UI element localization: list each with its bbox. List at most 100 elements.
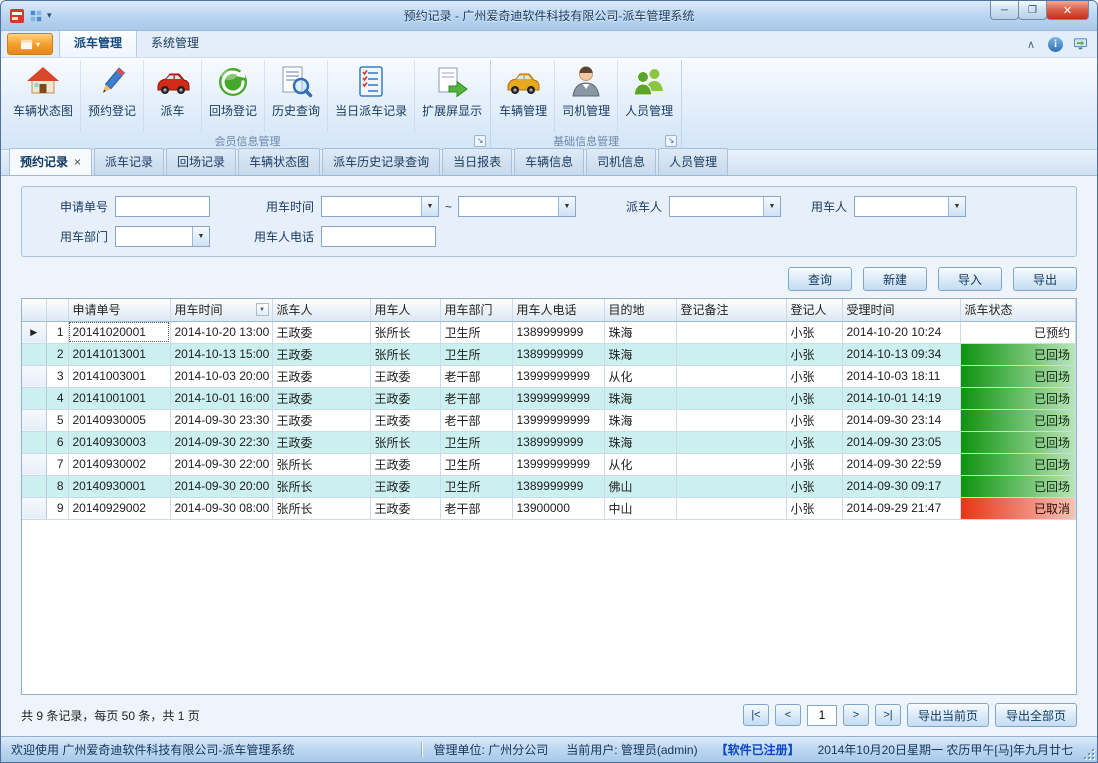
doc-tab-dispatch-records[interactable]: 派车记录 [94, 148, 164, 175]
column-header-dispatcher[interactable]: 派车人 [272, 299, 370, 321]
cell-accept-time[interactable]: 2014-09-30 22:59 [842, 453, 960, 475]
doc-tab-reserve-records[interactable]: 预约记录× [9, 148, 92, 175]
use-time-to-combo[interactable]: ▼ [458, 196, 576, 217]
cell-use-time[interactable]: 2014-10-20 13:00 [170, 321, 272, 343]
cell-user[interactable]: 张所长 [370, 343, 440, 365]
cell-status[interactable]: 已回场 [960, 409, 1076, 431]
cell-user[interactable]: 王政委 [370, 453, 440, 475]
cell-dispatcher[interactable]: 张所长 [272, 497, 370, 519]
dept-input[interactable] [116, 227, 192, 246]
doc-tab-dispatch-history-query[interactable]: 派车历史记录查询 [322, 148, 440, 175]
cell-user[interactable]: 王政委 [370, 365, 440, 387]
column-header-indicator[interactable] [22, 299, 46, 321]
cell-dispatcher[interactable]: 王政委 [272, 409, 370, 431]
ribbon-button-vehicle-status-map[interactable]: 车辆状态图 [6, 60, 81, 132]
last-page-button[interactable]: >| [875, 704, 901, 726]
ribbon-collapse-icon[interactable]: ∧ [1022, 36, 1040, 52]
ribbon-button-history-query[interactable]: 历史查询 [265, 60, 328, 132]
cell-dept[interactable]: 卫生所 [440, 475, 512, 497]
chevron-down-icon[interactable]: ▼ [192, 227, 209, 246]
cell-dispatcher[interactable]: 王政委 [272, 365, 370, 387]
cell-registrar[interactable]: 小张 [786, 321, 842, 343]
cell-registrar[interactable]: 小张 [786, 365, 842, 387]
cell-dispatcher[interactable]: 王政委 [272, 343, 370, 365]
dialog-launcher-icon[interactable]: ↘ [474, 135, 486, 147]
cell-phone[interactable]: 13999999999 [512, 453, 604, 475]
first-page-button[interactable]: |< [743, 704, 769, 726]
column-header-destination[interactable]: 目的地 [604, 299, 676, 321]
column-header-num[interactable] [46, 299, 68, 321]
cell-note[interactable] [676, 365, 786, 387]
cell-note[interactable] [676, 387, 786, 409]
column-header-phone[interactable]: 用车人电话 [512, 299, 604, 321]
cell-dept[interactable]: 卫生所 [440, 453, 512, 475]
cell-user[interactable]: 王政委 [370, 475, 440, 497]
cell-destination[interactable]: 珠海 [604, 387, 676, 409]
cell-order-no[interactable]: 20141020001 [68, 321, 170, 343]
grid-row[interactable]: 6201409300032014-09-30 22:30王政委张所长卫生所138… [22, 431, 1076, 453]
import-button[interactable]: 导入 [938, 267, 1002, 291]
ribbon-tab-system[interactable]: 系统管理 [137, 29, 213, 57]
cell-user[interactable]: 张所长 [370, 321, 440, 343]
cell-order-no[interactable]: 20141001001 [68, 387, 170, 409]
grid-row[interactable]: 9201409290022014-09-30 08:00张所长王政委老干部139… [22, 497, 1076, 519]
ribbon-button-extended-screen[interactable]: 扩展屏显示 [415, 60, 489, 132]
cell-status[interactable]: 已回场 [960, 475, 1076, 497]
cell-dept[interactable]: 老干部 [440, 365, 512, 387]
cell-note[interactable] [676, 321, 786, 343]
cell-order-no[interactable]: 20140929002 [68, 497, 170, 519]
cell-phone[interactable]: 13900000 [512, 497, 604, 519]
cell-phone[interactable]: 13999999999 [512, 365, 604, 387]
cell-destination[interactable]: 珠海 [604, 431, 676, 453]
export-current-page-button[interactable]: 导出当前页 [907, 703, 989, 727]
cell-accept-time[interactable]: 2014-10-03 18:11 [842, 365, 960, 387]
cell-status[interactable]: 已取消 [960, 497, 1076, 519]
cell-destination[interactable]: 从化 [604, 453, 676, 475]
grid-row[interactable]: ▶1201410200012014-10-20 13:00王政委张所长卫生所13… [22, 321, 1076, 343]
cell-order-no[interactable]: 20140930002 [68, 453, 170, 475]
doc-tab-driver-info[interactable]: 司机信息 [586, 148, 656, 175]
tab-close-icon[interactable]: × [74, 155, 81, 169]
prev-page-button[interactable]: < [775, 704, 801, 726]
grid-row[interactable]: 2201410130012014-10-13 15:00王政委张所长卫生所138… [22, 343, 1076, 365]
user-combo[interactable]: ▼ [854, 196, 966, 217]
cell-dept[interactable]: 卫生所 [440, 431, 512, 453]
qat-customize-icon[interactable] [29, 9, 43, 23]
cell-order-no[interactable]: 20140930003 [68, 431, 170, 453]
cell-dispatcher[interactable]: 张所长 [272, 453, 370, 475]
cell-use-time[interactable]: 2014-10-13 15:00 [170, 343, 272, 365]
cell-destination[interactable]: 珠海 [604, 321, 676, 343]
new-button[interactable]: 新建 [863, 267, 927, 291]
cell-order-no[interactable]: 20140930005 [68, 409, 170, 431]
cell-use-time[interactable]: 2014-10-01 16:00 [170, 387, 272, 409]
cell-registrar[interactable]: 小张 [786, 453, 842, 475]
cell-registrar[interactable]: 小张 [786, 343, 842, 365]
chevron-down-icon[interactable]: ▼ [558, 197, 575, 216]
resize-grip[interactable] [1082, 747, 1094, 759]
cell-user[interactable]: 王政委 [370, 387, 440, 409]
order-no-input[interactable] [115, 196, 210, 217]
cell-dept[interactable]: 老干部 [440, 387, 512, 409]
grid-row[interactable]: 5201409300052014-09-30 23:30王政委王政委老干部139… [22, 409, 1076, 431]
column-header-order-no[interactable]: 申请单号 [68, 299, 170, 321]
cell-dispatcher[interactable]: 张所长 [272, 475, 370, 497]
doc-tab-vehicle-info[interactable]: 车辆信息 [514, 148, 584, 175]
ribbon-button-driver-management[interactable]: 司机管理 [555, 60, 618, 132]
cell-dept[interactable]: 老干部 [440, 409, 512, 431]
cell-accept-time[interactable]: 2014-10-13 09:34 [842, 343, 960, 365]
info-icon[interactable]: i [1048, 37, 1063, 52]
cell-note[interactable] [676, 497, 786, 519]
cell-registrar[interactable]: 小张 [786, 497, 842, 519]
next-page-button[interactable]: > [843, 704, 869, 726]
cell-user[interactable]: 王政委 [370, 409, 440, 431]
cell-note[interactable] [676, 343, 786, 365]
column-header-status[interactable]: 派车状态 [960, 299, 1076, 321]
doc-tab-return-records[interactable]: 回场记录 [166, 148, 236, 175]
dispatcher-combo[interactable]: ▼ [669, 196, 781, 217]
ribbon-tab-dispatch[interactable]: 派车管理 [59, 28, 137, 57]
dialog-launcher-icon[interactable]: ↘ [665, 135, 677, 147]
cell-destination[interactable]: 珠海 [604, 343, 676, 365]
cell-user[interactable]: 张所长 [370, 431, 440, 453]
use-time-from-input[interactable] [322, 197, 421, 216]
cell-note[interactable] [676, 475, 786, 497]
